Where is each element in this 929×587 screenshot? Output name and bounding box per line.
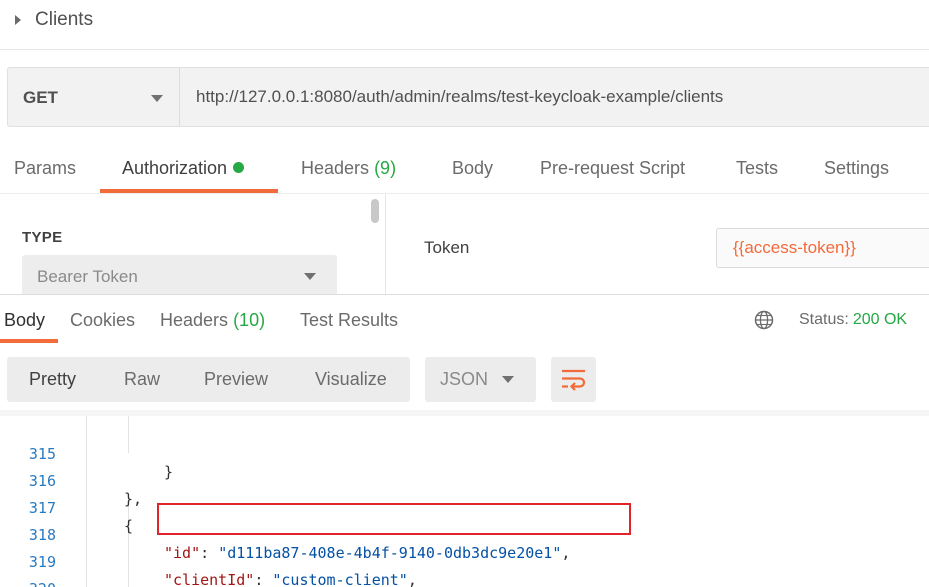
tab-settings[interactable]: Settings <box>824 158 889 179</box>
chevron-down-icon <box>502 376 514 383</box>
code-line: 315 } <box>0 427 929 481</box>
chevron-down-icon <box>304 273 316 280</box>
view-visualize-button[interactable]: Visualize <box>315 369 387 390</box>
line-number: 320 <box>0 580 56 587</box>
tab-prerequest-script[interactable]: Pre-request Script <box>540 158 685 179</box>
headers-count: (9) <box>374 158 397 178</box>
active-response-tab-indicator <box>0 339 58 343</box>
token-label: Token <box>424 238 470 257</box>
wrap-lines-icon <box>562 369 586 391</box>
page-title[interactable]: Clients <box>35 9 93 31</box>
tab-headers[interactable]: Headers (9) <box>301 158 396 179</box>
tab-tests[interactable]: Tests <box>736 158 778 179</box>
code-line: 320 "surrogateAuthRequired": false, <box>0 562 929 587</box>
response-tab-headers[interactable]: Headers (10) <box>160 310 265 331</box>
token-value: {{access-token}} <box>733 238 856 257</box>
view-mode-toolbar: Pretty Raw Preview Visualize <box>7 357 410 402</box>
status-value: 200 OK <box>852 311 908 328</box>
code-line: 316 }, <box>0 454 929 508</box>
status-label: Status: <box>799 311 849 328</box>
code-line: 319 "clientId": "custom-client", <box>0 535 929 587</box>
authorization-panel: TYPE Bearer Token Token {{access-token}} <box>0 193 929 295</box>
auth-type-value: Bearer Token <box>37 267 138 286</box>
request-tabs: Params Authorization Headers (9) Body Pr… <box>0 145 929 193</box>
method-select[interactable]: GET <box>8 68 180 126</box>
collection-header: Clients <box>0 0 929 50</box>
tab-body[interactable]: Body <box>452 158 493 179</box>
response-tab-test-results[interactable]: Test Results <box>300 310 398 331</box>
response-headers-count: (10) <box>233 310 266 330</box>
view-pretty-button[interactable]: Pretty <box>29 369 76 390</box>
view-raw-button[interactable]: Raw <box>124 369 160 390</box>
token-input[interactable]: {{access-token}} <box>716 228 929 268</box>
tab-authorization[interactable]: Authorization <box>122 158 245 179</box>
tab-authorization-label: Authorization <box>122 158 228 178</box>
highlight-box <box>157 503 631 535</box>
tab-params[interactable]: Params <box>14 158 76 179</box>
method-label: GET <box>23 88 58 107</box>
active-dot-icon <box>233 162 245 173</box>
globe-icon[interactable] <box>754 310 774 330</box>
response-headers-label: Headers <box>160 310 229 330</box>
auth-type-select[interactable]: Bearer Token <box>22 255 337 295</box>
response-tab-cookies[interactable]: Cookies <box>70 310 135 331</box>
url-input[interactable]: http://127.0.0.1:8080/auth/admin/realms/… <box>196 87 723 107</box>
view-preview-button[interactable]: Preview <box>204 369 268 390</box>
chevron-down-icon <box>151 95 163 102</box>
response-tab-body[interactable]: Body <box>4 310 45 331</box>
scrollbar-thumb[interactable] <box>371 199 379 223</box>
type-label: TYPE <box>22 229 63 246</box>
wrap-lines-button[interactable] <box>551 357 596 402</box>
panel-divider <box>385 194 386 294</box>
caret-right-icon[interactable] <box>15 15 21 25</box>
format-value: JSON <box>440 369 489 389</box>
format-select[interactable]: JSON <box>425 357 536 402</box>
tab-headers-label: Headers <box>301 158 370 178</box>
response-tabs: Body Cookies Headers (10) Test Results S… <box>0 294 929 343</box>
request-bar: GET http://127.0.0.1:8080/auth/admin/rea… <box>7 67 929 127</box>
response-body-editor[interactable]: 315 } 316 }, 317 { 318 "id": "d111ba87-4… <box>0 410 929 587</box>
response-status: Status: 200 OK <box>799 311 907 329</box>
